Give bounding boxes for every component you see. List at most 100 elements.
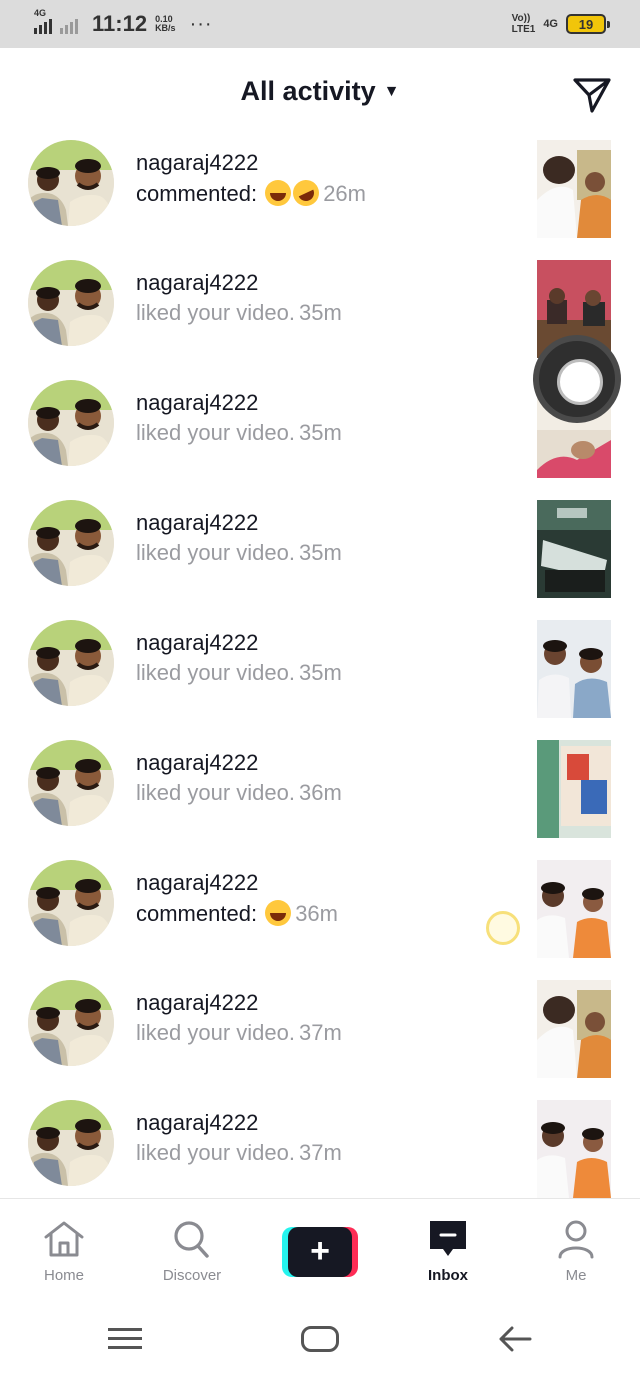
avatar[interactable] [28,260,114,346]
inbox-header: All activity ▼ [0,48,640,140]
nav-inbox-label: Inbox [428,1267,468,1284]
username[interactable]: nagaraj4222 [136,1110,258,1136]
network-speed: 0.10 KB/s [155,15,176,33]
recent-apps-icon[interactable] [108,1328,142,1355]
notification-text: liked your video. [136,540,295,565]
nav-home-label: Home [43,1267,84,1284]
avatar[interactable] [28,740,114,826]
battery-level: 19 [578,16,594,32]
notification-text: liked your video. [136,1140,295,1165]
signal-icon: 4G [34,8,52,34]
notification-text: liked your video. [136,1020,295,1045]
notification-description: liked your video. 35m [136,300,342,326]
speed-unit: KB/s [155,23,176,33]
video-thumbnail[interactable] [537,860,611,958]
notification-text: liked your video. [136,660,295,685]
joy-emoji-icon [265,900,292,926]
caret-down-icon: ▼ [383,83,400,100]
username[interactable]: nagaraj4222 [136,630,258,656]
home-icon [44,1221,84,1257]
avatar[interactable] [28,1100,114,1186]
notification-description: commented: 26m [136,175,366,211]
notification-description: liked your video. 36m [136,780,342,806]
system-nav-bar [0,1298,640,1376]
home-button-icon[interactable] [301,1326,339,1352]
bottom-nav: Home Discover + Inbox Me [0,1198,640,1298]
notification-description: liked your video. 35m [136,540,342,566]
activity-filter-dropdown[interactable]: All activity ▼ [0,76,640,107]
joy-emoji-icon [265,180,292,206]
rofl-emoji-icon [288,175,324,211]
avatar[interactable] [28,860,114,946]
nav-discover-label: Discover [162,1267,222,1284]
notification-row[interactable]: nagaraj4222 liked your video. 36m [0,740,640,860]
notification-description: liked your video. 37m [136,1140,342,1166]
notification-text: commented: [136,181,258,206]
notification-text: liked your video. [136,300,295,325]
notification-row[interactable]: nagaraj4222 liked your video. 35m [0,500,640,620]
username[interactable]: nagaraj4222 [136,990,258,1016]
notification-description: commented: 36m [136,900,338,927]
username[interactable]: nagaraj4222 [136,150,258,176]
screen-recorder-button[interactable] [533,335,621,423]
activity-list[interactable]: nagaraj4222 commented: 26m nagaraj4222 l… [0,140,640,1198]
nav-me[interactable]: Me [526,1219,626,1284]
nav-inbox[interactable]: Inbox [398,1219,498,1284]
notification-row[interactable]: nagaraj4222 commented: 26m [0,140,640,260]
notification-time: 35m [298,540,342,565]
notification-time: 37m [298,1140,342,1165]
search-icon [174,1221,209,1258]
video-thumbnail[interactable] [537,620,611,718]
username[interactable]: nagaraj4222 [136,510,258,536]
nav-discover[interactable]: Discover [142,1219,242,1284]
username[interactable]: nagaraj4222 [136,270,258,296]
network-type: 4G [34,8,47,18]
notification-text: liked your video. [136,780,295,805]
avatar[interactable] [28,620,114,706]
notification-time: 37m [298,1020,342,1045]
notification-row[interactable]: nagaraj4222 liked your video. 37m [0,980,640,1100]
inbox-icon [430,1221,466,1256]
touch-indicator [486,911,520,945]
notification-time: 36m [295,901,338,926]
avatar[interactable] [28,140,114,226]
video-thumbnail[interactable] [537,1100,611,1198]
avatar[interactable] [28,500,114,586]
status-bar: 4G 11:12 0.10 KB/s ··· Vo)) LTE1 4G 19 [0,0,640,48]
username[interactable]: nagaraj4222 [136,870,258,896]
profile-icon [558,1220,594,1259]
notification-time: 36m [298,780,342,805]
battery-icon: 19 [566,14,610,34]
more-notifications-icon: ··· [189,12,213,35]
nav-home[interactable]: Home [14,1219,114,1284]
notification-time: 35m [298,660,342,685]
video-thumbnail[interactable] [537,740,611,838]
volte-bottom: LTE1 [511,24,536,35]
page-title: All activity [240,76,376,106]
avatar[interactable] [28,980,114,1066]
video-thumbnail[interactable] [537,140,611,238]
clock: 11:12 [92,11,148,36]
back-icon[interactable] [498,1322,532,1356]
video-thumbnail[interactable] [537,980,611,1078]
notification-row[interactable]: nagaraj4222 liked your video. 37m [0,1100,640,1198]
notification-time: 35m [298,420,342,445]
network-type-right: 4G [543,18,558,30]
plus-icon: + [288,1227,352,1277]
notification-time: 26m [323,181,366,206]
notification-time: 35m [298,300,342,325]
username[interactable]: nagaraj4222 [136,750,258,776]
notification-row[interactable]: nagaraj4222 liked your video. 35m [0,620,640,740]
notification-description: liked your video. 35m [136,660,342,686]
notification-text: liked your video. [136,420,295,445]
volte-top: Vo)) [511,13,531,24]
avatar[interactable] [28,380,114,466]
signal-icon-secondary [60,14,78,34]
create-video-button[interactable]: + [282,1227,358,1277]
notification-row[interactable]: nagaraj4222 commented: 36m [0,860,640,980]
paper-plane-icon[interactable] [572,76,612,114]
notification-description: liked your video. 35m [136,420,342,446]
video-thumbnail[interactable] [537,500,611,598]
username[interactable]: nagaraj4222 [136,390,258,416]
notification-description: liked your video. 37m [136,1020,342,1046]
